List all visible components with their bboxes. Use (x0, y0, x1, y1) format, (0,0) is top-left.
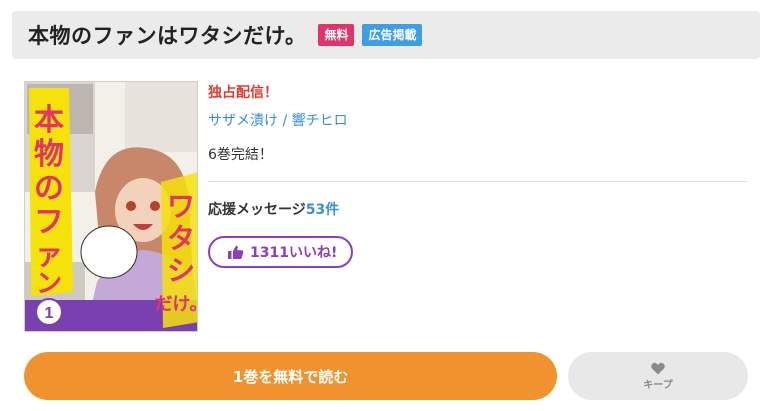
book-info: 独占配信！ サザメ漬け / 響チヒロ 6巻完結！ 応援メッセージ53件 1311… (208, 78, 748, 268)
svg-text:シ: シ (167, 254, 195, 287)
support-count[interactable]: 53件 (306, 202, 339, 218)
support-messages[interactable]: 応援メッセージ53件 (208, 199, 748, 219)
svg-text:タ: タ (167, 222, 195, 255)
free-badge: 無料 (318, 24, 355, 46)
svg-text:フ: フ (34, 205, 64, 240)
cover-illustration: 1 本 物 の フ ァ ン ワ タ シ だけ。 (25, 82, 198, 331)
title-bar: 本物のファンはワタシだけ。 無料 広告掲載 (12, 11, 760, 59)
svg-text:ァ: ァ (35, 238, 63, 271)
thumbs-up-icon (228, 245, 244, 259)
book-cover[interactable]: 1 本 物 の フ ァ ン ワ タ シ だけ。 (24, 81, 198, 332)
divider (208, 181, 748, 182)
page-title: 本物のファンはワタシだけ。 (28, 24, 307, 48)
svg-text:の: の (34, 171, 64, 206)
keep-label: キープ (643, 379, 673, 391)
completion-status: 6巻完結！ (208, 147, 273, 163)
read-free-button[interactable]: 1巻を無料で読む (24, 352, 557, 400)
cover-title-1: 本 (34, 103, 64, 138)
keep-button[interactable]: キープ (568, 352, 748, 400)
support-label: 応援メッセージ (208, 202, 306, 218)
svg-text:ワ: ワ (167, 190, 195, 223)
cover-volume: 1 (45, 305, 54, 322)
ad-badge: 広告掲載 (362, 24, 423, 46)
author-links[interactable]: サザメ漬け / 響チヒロ (208, 110, 748, 130)
exclusive-label: 独占配信！ (208, 85, 278, 101)
heart-icon (651, 362, 665, 374)
read-free-label: 1巻を無料で読む (232, 367, 349, 386)
like-count: 1311いいね! (250, 245, 338, 261)
like-button[interactable]: 1311いいね! (208, 236, 354, 268)
svg-text:だけ。: だけ。 (154, 294, 198, 315)
svg-text:ン: ン (36, 269, 62, 299)
svg-text:物: 物 (34, 137, 64, 172)
